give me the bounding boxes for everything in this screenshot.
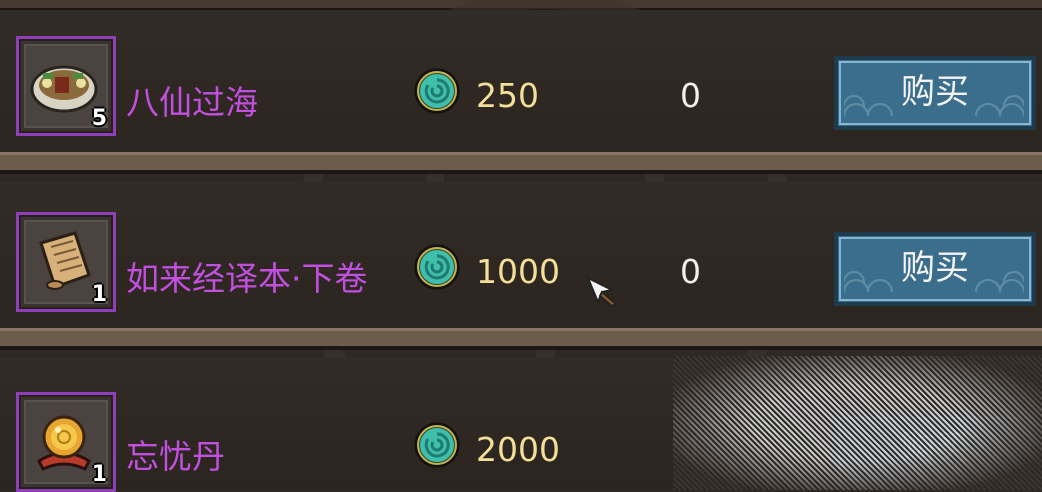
owned-count: 0 [680,252,701,291]
item-count: 1 [91,282,107,307]
golden-pill-icon [37,415,91,471]
item-count: 5 [91,106,107,131]
item-slot[interactable]: 5 [16,36,116,136]
item-count: 1 [91,462,107,487]
price-value: 250 [476,76,539,115]
buy-button[interactable]: 购买 [834,56,1036,130]
scroll-icon [39,231,91,290]
row-divider [0,328,1042,350]
pointer-cursor-icon [586,276,618,308]
top-border [0,0,1042,10]
price-value: 1000 [476,252,560,291]
buy-button-label: 购买 [901,248,969,288]
item-name: 忘忧丹 [126,437,225,476]
dish-icon [30,65,98,113]
item-name: 如来经译本·下卷 [126,259,368,298]
owned-count: 0 [680,76,701,115]
jade-coin-icon [414,68,460,114]
price-value: 2000 [476,430,560,469]
jade-coin-icon [414,422,460,468]
jade-coin-icon [414,244,460,290]
shop-row: 1 如来经译本·下卷 1000 0 购买 [0,182,1042,350]
item-name: 八仙过海 [126,83,258,122]
shop-row: 5 八仙过海 250 0 购买 [0,10,1042,174]
buy-button-label: 购买 [901,72,969,112]
buy-button[interactable]: 购买 [834,232,1036,306]
item-slot[interactable]: 1 [16,212,116,312]
glitch-overlay-fade [673,356,1042,490]
item-slot[interactable]: 1 [16,392,116,492]
row-divider [0,152,1042,174]
